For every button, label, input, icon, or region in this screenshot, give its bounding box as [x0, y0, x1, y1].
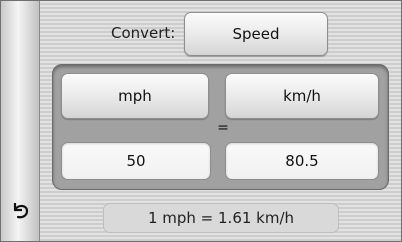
conversion-rate: 1 mph = 1.61 km/h [103, 203, 339, 233]
convert-label: Convert: [111, 24, 176, 42]
value-from-field[interactable]: 50 [61, 142, 211, 180]
unit-to-button[interactable]: km/h [225, 73, 379, 119]
back-button[interactable] [7, 197, 33, 223]
back-arrow-icon [13, 203, 29, 219]
converter-screen: Convert: Speed mph km/h = 50 80.5 1 mph … [0, 0, 402, 242]
category-button[interactable]: Speed [184, 12, 328, 56]
conversion-panel: mph km/h = 50 80.5 [52, 64, 389, 190]
sidebar [1, 1, 40, 241]
value-to-field[interactable]: 80.5 [225, 142, 379, 180]
equals-sign: = [217, 120, 229, 136]
unit-from-button[interactable]: mph [61, 73, 209, 119]
